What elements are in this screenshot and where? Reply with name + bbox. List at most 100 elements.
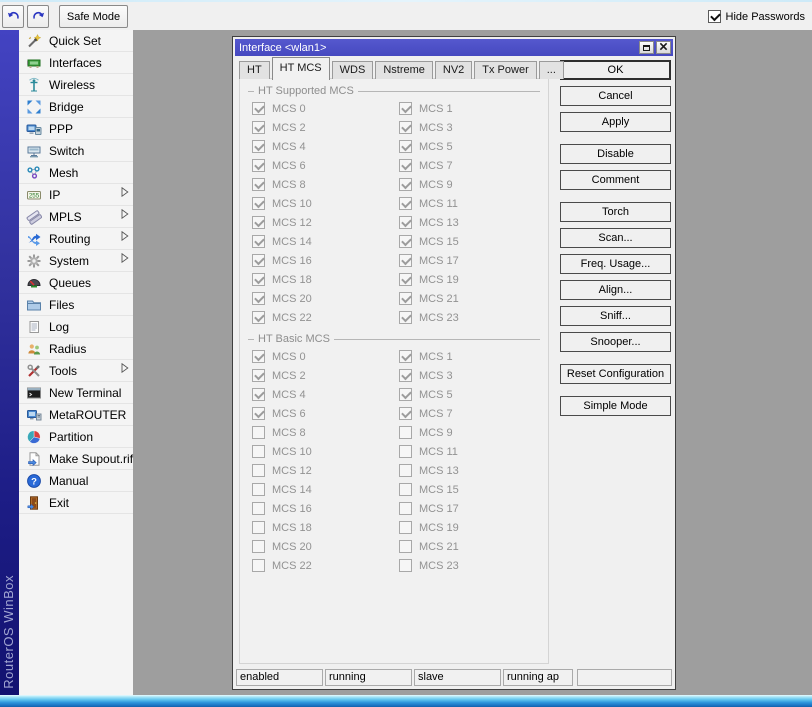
checkbox-mcs-22[interactable] xyxy=(252,559,265,572)
tab-[interactable]: ... xyxy=(539,61,564,79)
simple-mode-button[interactable]: Simple Mode xyxy=(560,396,671,416)
checkbox-mcs-5[interactable] xyxy=(399,140,412,153)
ok-button[interactable]: OK xyxy=(560,60,671,80)
checkbox-mcs-0[interactable] xyxy=(252,350,265,363)
sidebar-item-files[interactable]: Files xyxy=(19,294,133,316)
sidebar-item-exit[interactable]: Exit xyxy=(19,492,133,514)
checkbox-mcs-7[interactable] xyxy=(399,159,412,172)
sidebar-item-queues[interactable]: Queues xyxy=(19,272,133,294)
sidebar-item-bridge[interactable]: Bridge xyxy=(19,96,133,118)
sidebar-item-mpls[interactable]: MPLS xyxy=(19,206,133,228)
torch-button[interactable]: Torch xyxy=(560,202,671,222)
checkbox-mcs-14[interactable] xyxy=(252,235,265,248)
comment-button[interactable]: Comment xyxy=(560,170,671,190)
mcs-checkbox-row: MCS 8 xyxy=(252,175,399,194)
checkbox-mcs-13[interactable] xyxy=(399,216,412,229)
sidebar-item-switch[interactable]: Switch xyxy=(19,140,133,162)
checkbox-mcs-4[interactable] xyxy=(252,140,265,153)
checkbox-mcs-10[interactable] xyxy=(252,197,265,210)
disable-button[interactable]: Disable xyxy=(560,144,671,164)
apply-button[interactable]: Apply xyxy=(560,112,671,132)
checkbox-mcs-21[interactable] xyxy=(399,292,412,305)
checkbox-mcs-20[interactable] xyxy=(252,292,265,305)
sidebar-item-system[interactable]: System xyxy=(19,250,133,272)
checkbox-mcs-5[interactable] xyxy=(399,388,412,401)
sidebar-item-metarouter[interactable]: MetaROUTER xyxy=(19,404,133,426)
checkbox-mcs-11[interactable] xyxy=(399,197,412,210)
checkbox-mcs-19[interactable] xyxy=(399,521,412,534)
tab-wds[interactable]: WDS xyxy=(332,61,374,79)
checkbox-mcs-7[interactable] xyxy=(399,407,412,420)
maximize-button[interactable] xyxy=(639,41,654,54)
checkbox-mcs-23[interactable] xyxy=(399,559,412,572)
checkbox-mcs-6[interactable] xyxy=(252,159,265,172)
checkbox-mcs-15[interactable] xyxy=(399,235,412,248)
checkbox-mcs-3[interactable] xyxy=(399,369,412,382)
checkbox-mcs-4[interactable] xyxy=(252,388,265,401)
checkbox-mcs-9[interactable] xyxy=(399,426,412,439)
checkbox-mcs-1[interactable] xyxy=(399,350,412,363)
checkbox-mcs-8[interactable] xyxy=(252,426,265,439)
sidebar-item-log[interactable]: Log xyxy=(19,316,133,338)
sidebar-item-ppp[interactable]: PPP xyxy=(19,118,133,140)
checkbox-mcs-12[interactable] xyxy=(252,464,265,477)
cancel-button[interactable]: Cancel xyxy=(560,86,671,106)
checkbox-mcs-16[interactable] xyxy=(252,502,265,515)
checkbox-mcs-0[interactable] xyxy=(252,102,265,115)
checkbox-mcs-14[interactable] xyxy=(252,483,265,496)
hide-passwords-checkbox[interactable] xyxy=(708,10,721,23)
checkbox-mcs-17[interactable] xyxy=(399,502,412,515)
checkbox-mcs-2[interactable] xyxy=(252,121,265,134)
sidebar-item-wireless[interactable]: Wireless xyxy=(19,74,133,96)
checkbox-mcs-20[interactable] xyxy=(252,540,265,553)
tab-nstreme[interactable]: Nstreme xyxy=(375,61,433,79)
sidebar-item-routing[interactable]: Routing xyxy=(19,228,133,250)
sidebar-item-quick-set[interactable]: Quick Set xyxy=(19,30,133,52)
close-button[interactable] xyxy=(656,41,671,54)
checkbox-mcs-18[interactable] xyxy=(252,521,265,534)
checkbox-mcs-2[interactable] xyxy=(252,369,265,382)
sidebar-item-mesh[interactable]: Mesh xyxy=(19,162,133,184)
checkbox-mcs-8[interactable] xyxy=(252,178,265,191)
freq-usage-button[interactable]: Freq. Usage... xyxy=(560,254,671,274)
redo-button[interactable] xyxy=(27,5,49,28)
checkbox-mcs-16[interactable] xyxy=(252,254,265,267)
checkbox-mcs-3[interactable] xyxy=(399,121,412,134)
mcs-checkbox-row: MCS 11 xyxy=(399,194,546,213)
hide-passwords-control[interactable]: Hide Passwords xyxy=(708,10,805,23)
checkbox-mcs-9[interactable] xyxy=(399,178,412,191)
tab-ht[interactable]: HT xyxy=(239,61,270,79)
checkbox-mcs-21[interactable] xyxy=(399,540,412,553)
tab-nv2[interactable]: NV2 xyxy=(435,61,472,79)
checkbox-mcs-12[interactable] xyxy=(252,216,265,229)
reset-configuration-button[interactable]: Reset Configuration xyxy=(560,364,671,384)
checkbox-mcs-23[interactable] xyxy=(399,311,412,324)
checkbox-mcs-1[interactable] xyxy=(399,102,412,115)
checkbox-mcs-6[interactable] xyxy=(252,407,265,420)
checkbox-mcs-11[interactable] xyxy=(399,445,412,458)
safe-mode-button[interactable]: Safe Mode xyxy=(59,5,128,28)
dialog-titlebar[interactable]: Interface <wlan1> xyxy=(235,39,673,56)
checkbox-mcs-19[interactable] xyxy=(399,273,412,286)
undo-button[interactable] xyxy=(2,5,24,28)
sidebar-item-radius[interactable]: Radius xyxy=(19,338,133,360)
checkbox-mcs-18[interactable] xyxy=(252,273,265,286)
sidebar-item-tools[interactable]: Tools xyxy=(19,360,133,382)
sidebar-item-interfaces[interactable]: Interfaces xyxy=(19,52,133,74)
sidebar-item-make-supout-rif[interactable]: Make Supout.rif xyxy=(19,448,133,470)
tab-tx-power[interactable]: Tx Power xyxy=(474,61,536,79)
checkbox-mcs-22[interactable] xyxy=(252,311,265,324)
checkbox-mcs-13[interactable] xyxy=(399,464,412,477)
sidebar-item-manual[interactable]: ?Manual xyxy=(19,470,133,492)
sidebar-item-new-terminal[interactable]: New Terminal xyxy=(19,382,133,404)
checkbox-mcs-10[interactable] xyxy=(252,445,265,458)
sidebar-item-partition[interactable]: Partition xyxy=(19,426,133,448)
sidebar-item-ip[interactable]: 255IP xyxy=(19,184,133,206)
checkbox-mcs-15[interactable] xyxy=(399,483,412,496)
scan-button[interactable]: Scan... xyxy=(560,228,671,248)
tab-ht-mcs[interactable]: HT MCS xyxy=(272,57,330,80)
checkbox-mcs-17[interactable] xyxy=(399,254,412,267)
snooper-button[interactable]: Snooper... xyxy=(560,332,671,352)
sniff-button[interactable]: Sniff... xyxy=(560,306,671,326)
align-button[interactable]: Align... xyxy=(560,280,671,300)
